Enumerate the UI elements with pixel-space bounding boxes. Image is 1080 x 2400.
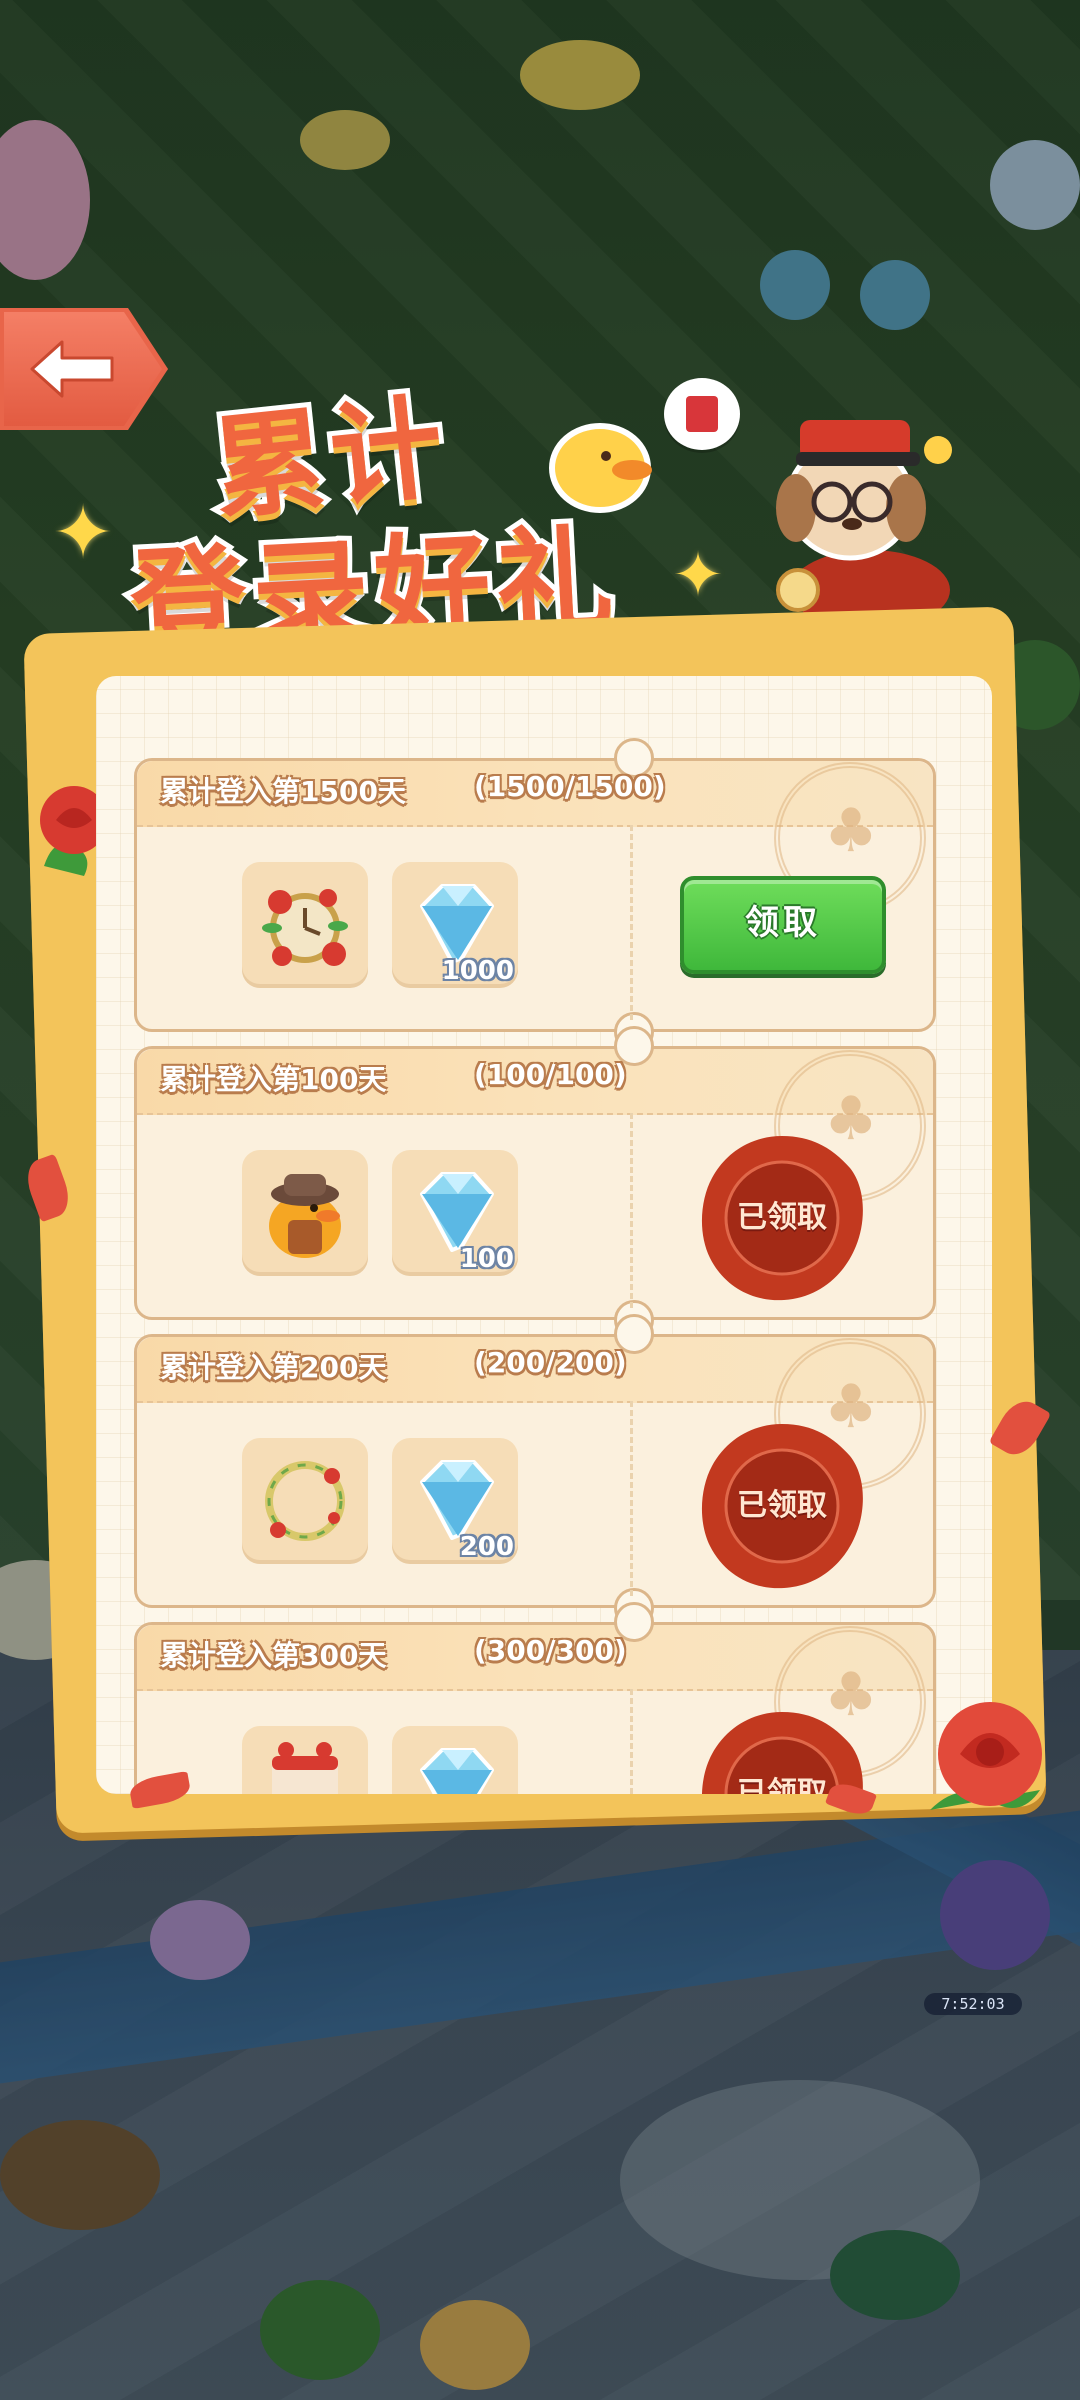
reward-progress: (1500/1500) xyxy=(474,770,666,803)
reward-list[interactable]: 累计登入第1500天 (1500/1500) xyxy=(134,738,936,1794)
claim-button[interactable]: 领取 xyxy=(680,876,886,974)
reward-card: 累计登入第1500天 (1500/1500) xyxy=(134,738,936,1052)
reward-progress: (300/300) xyxy=(474,1634,627,1667)
reward-item[interactable]: 200 xyxy=(392,1438,518,1564)
login-rewards-panel: 累计登入第1500天 (1500/1500) xyxy=(96,676,992,1794)
reward-item[interactable] xyxy=(242,1726,368,1794)
ticket-divider xyxy=(630,825,633,1020)
reward-item[interactable] xyxy=(242,1438,368,1564)
arrow-left-icon xyxy=(30,340,114,398)
claimed-label: 已领取 xyxy=(737,1776,827,1794)
reward-item[interactable]: 1000 xyxy=(392,862,518,988)
info-bubble[interactable] xyxy=(664,378,740,450)
reward-item[interactable] xyxy=(392,1726,518,1794)
reward-day-title: 累计登入第1500天 xyxy=(160,775,406,808)
claimed-wax-seal: 已领取 xyxy=(694,1418,870,1594)
duck-with-hat-icon xyxy=(269,1174,341,1258)
reward-card: 累计登入第100天 (100/100) 100 xyxy=(134,1026,936,1340)
reward-day-title: 累计登入第300天 xyxy=(160,1639,387,1672)
diamond-icon xyxy=(420,1748,494,1794)
reward-day-title: 累计登入第200天 xyxy=(160,1351,387,1384)
claimed-wax-seal: 已领取 xyxy=(694,1706,870,1794)
reward-day-title: 累计登入第100天 xyxy=(160,1063,387,1096)
duck-chick-icon xyxy=(549,423,652,513)
reward-quantity: 100 xyxy=(459,1244,514,1274)
ticket-divider xyxy=(630,1401,633,1596)
reward-progress: (100/100) xyxy=(474,1058,627,1091)
reward-quantity: 1000 xyxy=(441,956,514,986)
ticket-divider xyxy=(630,1689,633,1794)
flower-pocket-watch-icon xyxy=(262,889,348,966)
claimed-wax-seal: 已领取 xyxy=(694,1130,870,1306)
sparkle-icon: ✦ xyxy=(672,538,724,611)
event-timer: 7:52:03 xyxy=(924,1993,1022,2015)
reward-card: 累计登入第300天 (300/300) xyxy=(134,1602,936,1794)
ticket-divider xyxy=(630,1113,633,1308)
claimed-label: 已领取 xyxy=(737,1200,827,1235)
sparkle-icon: ✦ xyxy=(52,490,115,576)
reward-item[interactable] xyxy=(242,1150,368,1276)
rose-icon xyxy=(930,1702,1042,1810)
reward-quantity: 200 xyxy=(459,1532,514,1562)
reward-item[interactable]: 100 xyxy=(392,1150,518,1276)
cake-icon xyxy=(272,1742,338,1794)
floral-wreath-icon xyxy=(265,1461,345,1541)
mascot-dog-conductor xyxy=(776,420,952,630)
reward-progress: (200/200) xyxy=(474,1346,627,1379)
book-icon xyxy=(686,396,718,432)
claimed-label: 已领取 xyxy=(737,1488,827,1523)
reward-item[interactable] xyxy=(242,862,368,988)
reward-card: 累计登入第200天 (200/200) 200 xyxy=(134,1314,936,1628)
